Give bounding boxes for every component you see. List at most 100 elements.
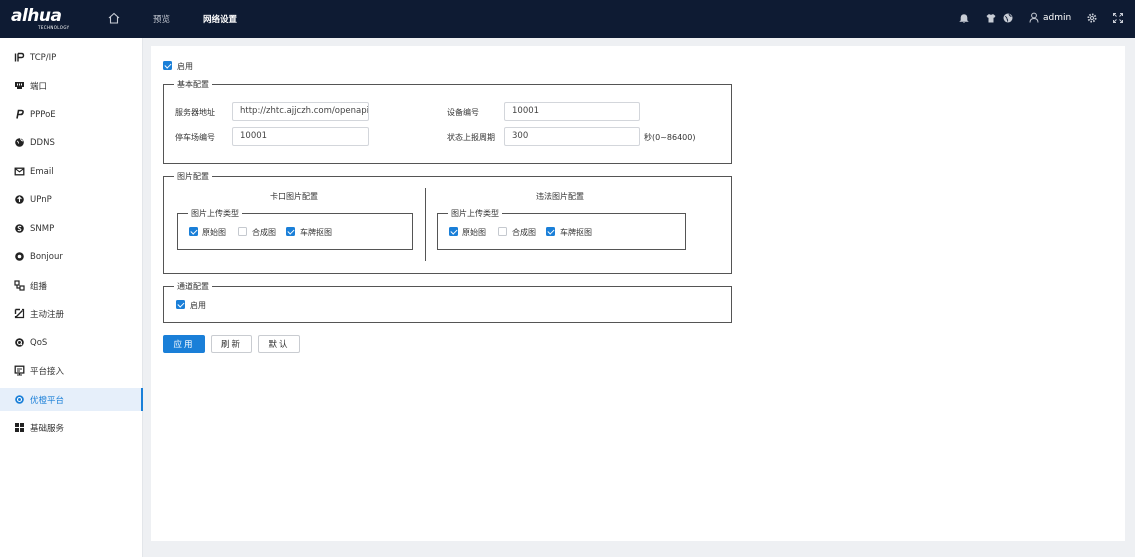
- report-period-label: 状态上报周期: [447, 133, 495, 142]
- sidebar-item-label: 优橙平台: [30, 395, 65, 406]
- sidebar-item-label: Email: [30, 166, 54, 177]
- apply-button[interactable]: 应用: [163, 335, 205, 353]
- email-icon: [14, 166, 25, 177]
- device-id-label: 设备编号: [447, 108, 479, 117]
- multicast-icon: [14, 280, 25, 291]
- ddns-icon: [14, 137, 25, 148]
- sidebar-item-label: 主动注册: [30, 309, 65, 320]
- sidebar-item-label: 平台接入: [30, 366, 65, 377]
- sidebar-item-label: 端口: [30, 81, 48, 92]
- violation-plate-crop-label: 车牌抠图: [560, 228, 592, 237]
- checkpoint-original-checkbox[interactable]: [189, 227, 198, 236]
- sidebar-item-label: 组播: [30, 281, 48, 292]
- parking-id-input[interactable]: 10001: [232, 127, 369, 146]
- report-period-input[interactable]: 300: [504, 127, 640, 146]
- sidebar-item-ddns[interactable]: DDNS: [0, 131, 143, 154]
- violation-plate-crop-checkbox[interactable]: [546, 227, 555, 236]
- bonjour-icon: [14, 251, 25, 262]
- sidebar: TCP/IP 端口 PPPoE DDNS Email UPnP SNMP Bon…: [0, 38, 143, 557]
- violation-picture-title: 违法图片配置: [536, 192, 584, 201]
- violation-upload-type-group: 图片上传类型 原始图 合成图 车牌抠图: [437, 208, 686, 250]
- sidebar-item-platform[interactable]: 平台接入: [0, 359, 143, 382]
- sidebar-item-label: 基础服务: [30, 423, 65, 434]
- channel-enable-label: 启用: [190, 301, 206, 310]
- sidebar-item-email[interactable]: Email: [0, 160, 143, 183]
- upload-type-legend: 图片上传类型: [448, 208, 502, 219]
- sidebar-item-snmp[interactable]: SNMP: [0, 217, 143, 240]
- violation-composite-checkbox[interactable]: [498, 227, 507, 236]
- globe-icon[interactable]: [1002, 12, 1014, 24]
- port-icon: [14, 80, 25, 91]
- default-button[interactable]: 默认: [258, 335, 300, 353]
- upnp-icon: [14, 194, 25, 205]
- report-period-unit: 秒(0~86400): [644, 133, 696, 142]
- platform-icon: [14, 365, 25, 376]
- violation-original-checkbox[interactable]: [449, 227, 458, 236]
- user-name: admin: [1043, 12, 1072, 23]
- enable-label: 启用: [177, 62, 193, 71]
- sidebar-item-label: PPPoE: [30, 109, 56, 120]
- sidebar-item-qos[interactable]: QoS: [0, 331, 143, 354]
- nav-preview[interactable]: 预览: [153, 13, 170, 25]
- qos-icon: [14, 337, 25, 348]
- nav-network-settings[interactable]: 网络设置: [203, 13, 237, 25]
- gear-icon[interactable]: [1086, 12, 1098, 24]
- sidebar-item-label: DDNS: [30, 137, 55, 148]
- sidebar-item-tcpip[interactable]: TCP/IP: [0, 46, 143, 69]
- checkpoint-upload-type-group: 图片上传类型 原始图 合成图 车牌抠图: [177, 208, 413, 250]
- sidebar-item-register[interactable]: 主动注册: [0, 302, 143, 325]
- snmp-icon: [14, 223, 25, 234]
- home-icon[interactable]: [107, 11, 121, 25]
- server-address-label: 服务器地址: [175, 108, 215, 117]
- channel-config-legend: 通道配置: [174, 281, 212, 292]
- checkpoint-original-label: 原始图: [202, 228, 226, 237]
- top-bar: alhua TECHNOLOGY 预览 网络设置 admin: [0, 0, 1135, 38]
- channel-config-group: 通道配置 启用: [163, 281, 732, 323]
- sidebar-item-pppoe[interactable]: PPPoE: [0, 103, 143, 126]
- checkpoint-plate-crop-label: 车牌抠图: [300, 228, 332, 237]
- service-icon: [14, 422, 25, 433]
- bell-icon[interactable]: [958, 12, 970, 24]
- sidebar-item-label: QoS: [30, 337, 48, 348]
- checkpoint-composite-label: 合成图: [252, 228, 276, 237]
- pppoe-icon: [14, 109, 25, 120]
- sidebar-item-basic-service[interactable]: 基础服务: [0, 416, 143, 439]
- youcheng-icon: [14, 394, 25, 405]
- content-panel: 启用 基本配置 服务器地址 http://zhtc.ajjczh.com/ope…: [151, 46, 1125, 541]
- violation-composite-label: 合成图: [512, 228, 536, 237]
- sidebar-item-label: UPnP: [30, 194, 52, 205]
- user-icon: [1029, 12, 1039, 23]
- picture-divider: [425, 188, 426, 261]
- ip-icon: [14, 52, 25, 63]
- picture-config-legend: 图片配置: [174, 171, 212, 182]
- dahua-logo: alhua TECHNOLOGY: [11, 6, 69, 31]
- sidebar-item-upnp[interactable]: UPnP: [0, 188, 143, 211]
- shirt-icon[interactable]: [985, 12, 997, 24]
- violation-original-label: 原始图: [462, 228, 486, 237]
- checkpoint-picture-title: 卡口图片配置: [270, 192, 318, 201]
- checkpoint-composite-checkbox[interactable]: [238, 227, 247, 236]
- upload-type-legend: 图片上传类型: [188, 208, 242, 219]
- sidebar-item-bonjour[interactable]: Bonjour: [0, 245, 143, 268]
- enable-checkbox[interactable]: [163, 61, 172, 70]
- sidebar-item-port[interactable]: 端口: [0, 74, 143, 97]
- channel-enable-checkbox[interactable]: [176, 300, 185, 309]
- logo-subtext: TECHNOLOGY: [38, 25, 70, 30]
- sidebar-item-label: TCP/IP: [30, 52, 57, 63]
- fullscreen-icon[interactable]: [1112, 12, 1124, 24]
- device-id-input[interactable]: 10001: [504, 102, 640, 121]
- server-address-input[interactable]: http://zhtc.ajjczh.com/openapi: [232, 102, 369, 121]
- sidebar-item-label: SNMP: [30, 223, 55, 234]
- basic-config-group: 基本配置 服务器地址 http://zhtc.ajjczh.com/openap…: [163, 79, 732, 164]
- user-menu[interactable]: admin: [1029, 12, 1071, 23]
- sidebar-item-multicast[interactable]: 组播: [0, 274, 143, 297]
- parking-id-label: 停车场编号: [175, 133, 215, 142]
- sidebar-item-youcheng-platform[interactable]: 优橙平台: [0, 388, 143, 411]
- sidebar-item-label: Bonjour: [30, 251, 63, 262]
- refresh-button[interactable]: 刷新: [211, 335, 252, 353]
- picture-config-group: 图片配置 卡口图片配置 违法图片配置 图片上传类型 原始图 合成图 车牌抠图 图…: [163, 171, 732, 274]
- basic-config-legend: 基本配置: [174, 79, 212, 90]
- register-icon: [14, 308, 25, 319]
- logo-text: alhua: [11, 6, 62, 26]
- checkpoint-plate-crop-checkbox[interactable]: [286, 227, 295, 236]
